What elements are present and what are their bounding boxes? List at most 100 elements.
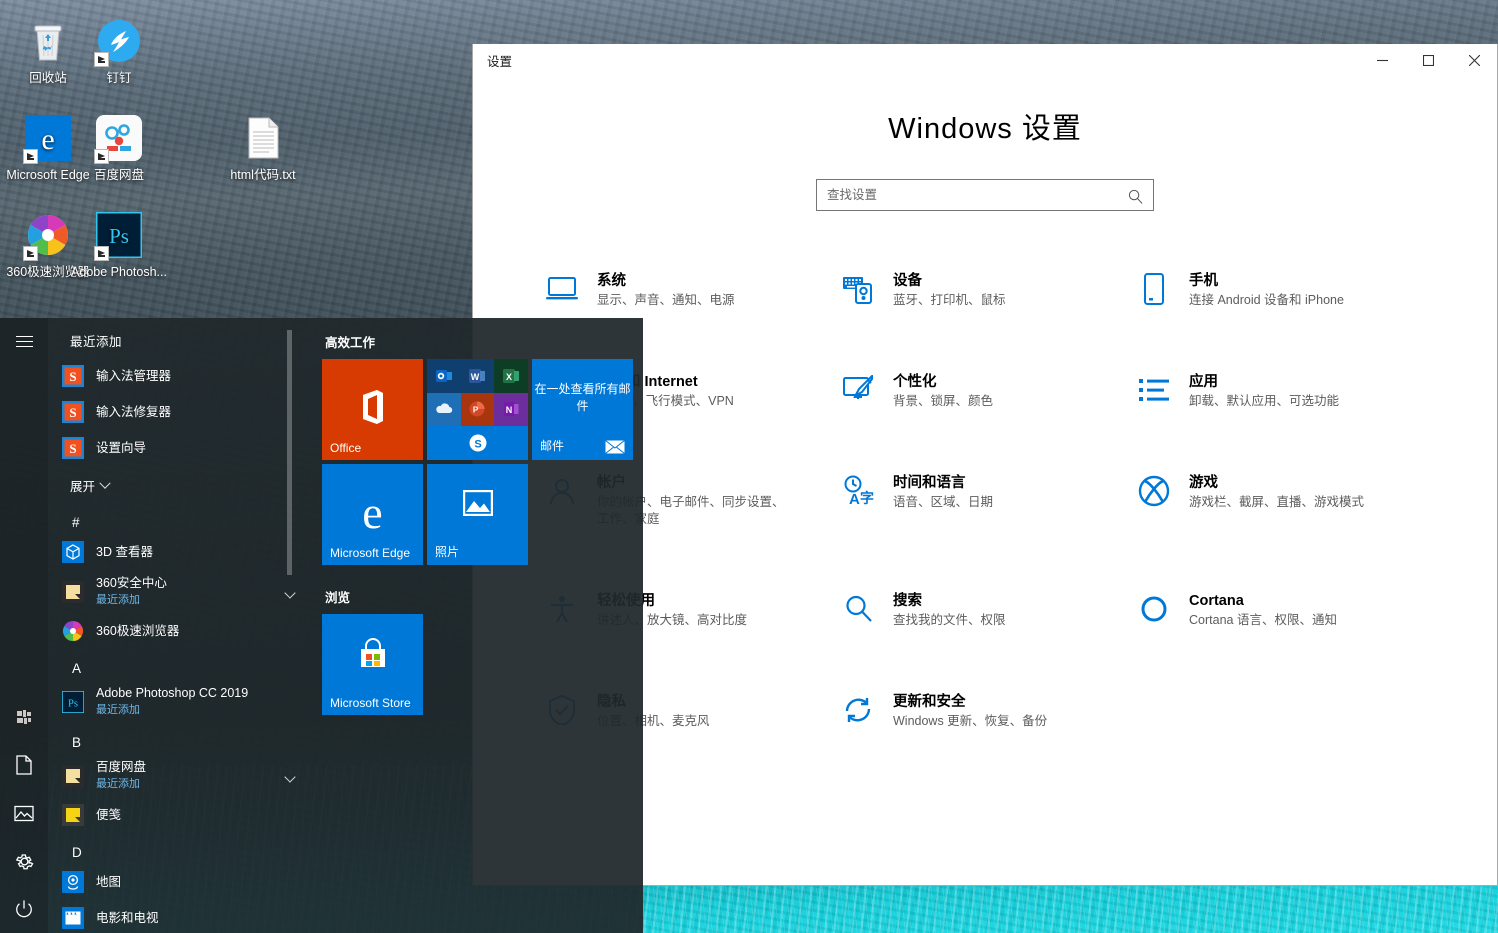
app-list-item[interactable]: 百度网盘 最近添加 bbox=[48, 754, 308, 797]
app-list-item-label: 3D 查看器 bbox=[96, 545, 153, 559]
display-icon bbox=[545, 272, 579, 306]
pictures-icon[interactable] bbox=[0, 789, 48, 837]
close-button[interactable] bbox=[1451, 44, 1497, 77]
app-list-item[interactable]: 360极速浏览器 bbox=[48, 613, 308, 649]
svg-text:X: X bbox=[506, 372, 512, 382]
category-title: 时间和语言 bbox=[893, 474, 993, 492]
category-text: 应用 卸载、默认应用、可选功能 bbox=[1189, 373, 1339, 410]
shortcut-overlay-icon bbox=[94, 149, 109, 164]
app-list-item-text: 地图 bbox=[96, 875, 121, 889]
category-text: 游戏 游戏栏、截屏、直播、游戏模式 bbox=[1189, 474, 1364, 511]
app-list-item-label: Adobe Photoshop CC 2019 bbox=[96, 686, 248, 700]
folder-icon bbox=[62, 765, 84, 787]
sogou-s-icon: S bbox=[62, 365, 84, 387]
start-hamburger-icon[interactable] bbox=[0, 318, 48, 366]
app-list-item[interactable]: 地图 bbox=[48, 864, 308, 900]
settings-search[interactable]: 搜索 查找我的文件、权限 bbox=[837, 586, 1133, 635]
photos-tile[interactable]: 照片 bbox=[427, 464, 528, 565]
outlook-icon[interactable] bbox=[427, 359, 461, 393]
app-list-item[interactable]: 便笺 bbox=[48, 797, 308, 833]
tile-group-header: 浏览 bbox=[325, 587, 643, 606]
app-list-item-label: 360极速浏览器 bbox=[96, 624, 179, 638]
expand-button[interactable]: 展开 bbox=[48, 466, 308, 503]
settings-system[interactable]: 系统 显示、声音、通知、电源 bbox=[541, 266, 837, 315]
maximize-button[interactable] bbox=[1405, 44, 1451, 77]
category-text: Cortana Cortana 语言、权限、通知 bbox=[1189, 592, 1337, 629]
settings-gaming[interactable]: 游戏 游戏栏、截屏、直播、游戏模式 bbox=[1133, 468, 1429, 534]
sogou-s-icon: S bbox=[62, 437, 84, 459]
svg-text:W: W bbox=[471, 372, 480, 382]
app-list-item[interactable]: S 设置向导 bbox=[48, 430, 308, 466]
office-apps-tile[interactable]: W X P N S bbox=[427, 359, 528, 460]
app-list-item[interactable]: 3D 查看器 bbox=[48, 534, 308, 570]
tile-row: e Microsoft Edge 照片 bbox=[322, 464, 643, 565]
settings-update-security[interactable]: 更新和安全 Windows 更新、恢复、备份 bbox=[837, 687, 1133, 736]
search-input[interactable] bbox=[817, 180, 1153, 210]
category-title: 搜索 bbox=[893, 592, 1006, 610]
search-icon bbox=[841, 592, 875, 626]
onenote-icon[interactable]: N bbox=[494, 393, 528, 427]
mail-tile[interactable]: 在一处查看所有邮件 邮件 bbox=[532, 359, 633, 460]
settings-title-bar[interactable]: 设置 bbox=[473, 44, 1497, 77]
shortcut-overlay-icon bbox=[94, 246, 109, 261]
office-tile[interactable]: Office bbox=[322, 359, 423, 460]
settings-phone[interactable]: 手机 连接 Android 设备和 iPhone bbox=[1133, 266, 1429, 315]
desktop-icon-label: 百度网盘 bbox=[71, 168, 167, 183]
category-description: Windows 更新、恢复、备份 bbox=[893, 713, 1047, 730]
start-menu-app-list[interactable]: 最近添加 S 输入法管理器 S 输入法修复器 S 设置向导 展开 # 3D 查看… bbox=[48, 318, 308, 933]
powerpoint-icon[interactable]: P bbox=[461, 393, 495, 427]
desktop-icon-label: Adobe Photosh... bbox=[71, 265, 167, 280]
app-list-item[interactable]: 360安全中心 最近添加 bbox=[48, 570, 308, 613]
tile-row: Microsoft Store bbox=[322, 614, 643, 715]
onedrive-icon[interactable] bbox=[427, 393, 461, 427]
chevron-down-icon[interactable] bbox=[284, 587, 295, 598]
app-list-item[interactable]: S 输入法管理器 bbox=[48, 358, 308, 394]
microsoft-store-tile[interactable]: Microsoft Store bbox=[322, 614, 423, 715]
ps-icon: Ps bbox=[62, 691, 84, 713]
app-list-scrollbar[interactable] bbox=[287, 330, 292, 575]
alpha-header: A bbox=[48, 649, 308, 680]
app-list-item-sublabel: 最近添加 bbox=[96, 778, 140, 790]
app-list-item[interactable]: 电影和电视 bbox=[48, 900, 308, 933]
settings-cortana[interactable]: Cortana Cortana 语言、权限、通知 bbox=[1133, 586, 1429, 635]
devices-icon bbox=[841, 272, 875, 306]
svg-text:N: N bbox=[506, 405, 513, 415]
app-list-item[interactable]: S 输入法修复器 bbox=[48, 394, 308, 430]
desktop-icon-baidu-netdisk[interactable]: 百度网盘 bbox=[71, 115, 167, 183]
dingtalk-icon bbox=[95, 18, 143, 66]
app-list-item-text: Adobe Photoshop CC 2019 最近添加 bbox=[96, 686, 248, 718]
app-list-item-label: 便笺 bbox=[96, 808, 121, 822]
category-description: 卸载、默认应用、可选功能 bbox=[1189, 393, 1339, 410]
settings-category-grid: 系统 显示、声音、通知、电源 设备 蓝牙、打印机、鼠标 手机 连接 Androi… bbox=[541, 266, 1429, 736]
search-box[interactable] bbox=[816, 179, 1154, 211]
360-browser-icon bbox=[24, 212, 72, 260]
settings-time-language[interactable]: A 字 时间和语言 语音、区域、日期 bbox=[837, 468, 1133, 534]
desktop-icon-html-code-txt[interactable]: html代码.txt bbox=[215, 115, 311, 183]
chevron-down-icon[interactable] bbox=[284, 771, 295, 782]
start-menu-tiles[interactable]: 高效工作 Office WXPNS 在一处查看所有邮件 邮件 e Microso… bbox=[308, 318, 643, 933]
power-icon[interactable] bbox=[0, 885, 48, 933]
microsoft-edge-tile[interactable]: e Microsoft Edge bbox=[322, 464, 423, 565]
settings-apps[interactable]: 应用 卸载、默认应用、可选功能 bbox=[1133, 367, 1429, 416]
user-avatar-icon[interactable] bbox=[0, 693, 48, 741]
excel-icon[interactable]: X bbox=[494, 359, 528, 393]
360-color-icon bbox=[62, 620, 84, 642]
personalization-icon bbox=[841, 373, 875, 407]
minimize-button[interactable] bbox=[1359, 44, 1405, 77]
shortcut-overlay-icon bbox=[23, 149, 38, 164]
word-icon[interactable]: W bbox=[461, 359, 495, 393]
apps-icon bbox=[1137, 373, 1171, 407]
documents-icon[interactable] bbox=[0, 741, 48, 789]
desktop-icon-dingtalk[interactable]: 钉钉 bbox=[71, 18, 167, 86]
desktop-icon-adobe-photoshop[interactable]: PsAdobe Photosh... bbox=[71, 212, 167, 280]
envelope-icon bbox=[605, 440, 625, 454]
start-menu-rail bbox=[0, 318, 48, 933]
skype-icon[interactable]: S bbox=[427, 426, 528, 460]
settings-gear-icon[interactable] bbox=[0, 837, 48, 885]
app-list-item[interactable]: Ps Adobe Photoshop CC 2019 最近添加 bbox=[48, 680, 308, 723]
svg-text:P: P bbox=[473, 406, 479, 415]
start-menu[interactable]: 最近添加 S 输入法管理器 S 输入法修复器 S 设置向导 展开 # 3D 查看… bbox=[0, 318, 643, 933]
settings-personalization[interactable]: 个性化 背景、锁屏、颜色 bbox=[837, 367, 1133, 416]
settings-devices[interactable]: 设备 蓝牙、打印机、鼠标 bbox=[837, 266, 1133, 315]
category-text: 设备 蓝牙、打印机、鼠标 bbox=[893, 272, 1006, 309]
